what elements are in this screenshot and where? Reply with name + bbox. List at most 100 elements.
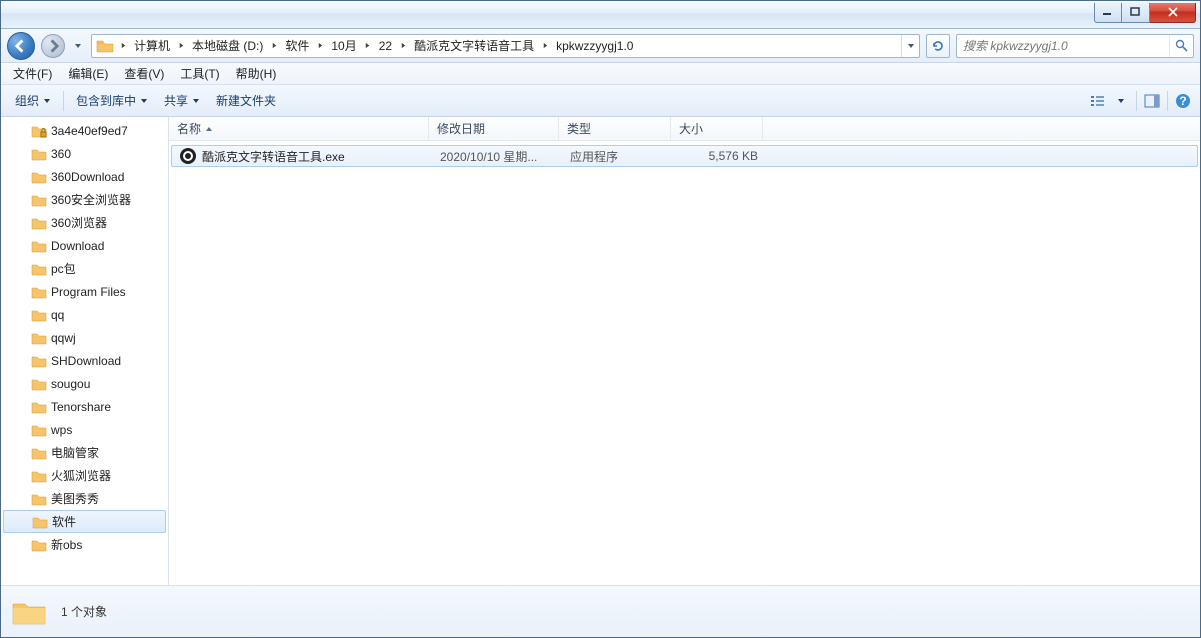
column-size[interactable]: 大小 — [671, 117, 763, 140]
tree-item[interactable]: 360 — [1, 142, 168, 165]
tree-item[interactable]: 新obs — [1, 533, 168, 556]
tree-item[interactable]: Program Files — [1, 280, 168, 303]
svg-text:?: ? — [1179, 94, 1186, 108]
column-date[interactable]: 修改日期 — [429, 117, 559, 140]
preview-pane-button[interactable] — [1141, 90, 1163, 112]
tree-item[interactable]: 火狐浏览器 — [1, 464, 168, 487]
tree-item[interactable]: SHDownload — [1, 349, 168, 372]
tree-item[interactable]: Download — [1, 234, 168, 257]
folder-icon — [31, 400, 47, 414]
folder-icon — [31, 469, 47, 483]
include-in-library-button[interactable]: 包含到库中 — [68, 88, 156, 113]
content-pane: 名称 修改日期 类型 大小 酷派克文字转语音工具.exe 2020/10/10 星… — [169, 117, 1200, 585]
tree-item[interactable]: Tenorshare — [1, 395, 168, 418]
tree-item-label: 360安全浏览器 — [51, 191, 131, 208]
main-area: 3a4e40ef9ed7360360Download 360安全浏览器 360浏览器… — [1, 117, 1200, 585]
folder-icon — [31, 216, 47, 230]
tree-item-label: wps — [51, 423, 72, 437]
chevron-right-icon[interactable] — [313, 35, 327, 57]
explorer-window: 计算机 本地磁盘 (D:) 软件 10月 22 酷派克文字转语音工具 kpkwz… — [0, 0, 1201, 638]
share-label: 共享 — [164, 92, 188, 109]
chevron-right-icon[interactable] — [396, 35, 410, 57]
file-row[interactable]: 酷派克文字转语音工具.exe2020/10/10 星期...应用程序5,576 … — [171, 145, 1198, 167]
help-button[interactable]: ? — [1172, 90, 1194, 112]
folder-icon — [31, 285, 47, 299]
chevron-right-icon[interactable] — [538, 35, 552, 57]
column-type[interactable]: 类型 — [559, 117, 671, 140]
tree-item-label: 软件 — [52, 513, 76, 530]
search-box[interactable] — [956, 34, 1194, 58]
menu-edit[interactable]: 编辑(E) — [60, 63, 116, 84]
toolbar: 组织 包含到库中 共享 新建文件夹 ? — [1, 85, 1200, 117]
folder-icon — [31, 193, 47, 207]
tree-item[interactable]: 美图秀秀 — [1, 487, 168, 510]
tree-item-label: 火狐浏览器 — [51, 467, 111, 484]
menu-file[interactable]: 文件(F) — [5, 63, 60, 84]
file-name: 酷派克文字转语音工具.exe — [202, 148, 345, 165]
folder-icon — [31, 492, 47, 506]
folder-icon — [31, 423, 47, 437]
chevron-right-icon[interactable] — [174, 35, 188, 57]
chevron-right-icon[interactable] — [116, 35, 130, 57]
crumb-ruanjian[interactable]: 软件 — [281, 35, 313, 57]
address-bar-row: 计算机 本地磁盘 (D:) 软件 10月 22 酷派克文字转语音工具 kpkwz… — [1, 29, 1200, 63]
tree-item[interactable]: 电脑管家 — [1, 441, 168, 464]
file-list[interactable]: 酷派克文字转语音工具.exe2020/10/10 星期...应用程序5,576 … — [169, 141, 1200, 585]
search-input[interactable] — [957, 39, 1169, 53]
refresh-button[interactable] — [926, 34, 950, 58]
crumb-10yue[interactable]: 10月 — [327, 35, 360, 57]
folder-icon — [31, 239, 47, 253]
tree-item[interactable]: qqwj — [1, 326, 168, 349]
column-name[interactable]: 名称 — [169, 117, 429, 140]
chevron-right-icon[interactable] — [267, 35, 281, 57]
tree-item[interactable]: 软件 — [3, 510, 166, 533]
close-button[interactable] — [1150, 3, 1196, 23]
sort-asc-icon — [205, 122, 213, 136]
view-options-button[interactable] — [1088, 90, 1110, 112]
chevron-right-icon[interactable] — [361, 35, 375, 57]
crumb-tool[interactable]: 酷派克文字转语音工具 — [410, 35, 538, 57]
forward-button[interactable] — [41, 34, 65, 58]
crumb-drive[interactable]: 本地磁盘 (D:) — [188, 35, 267, 57]
tree-item-label: qqwj — [51, 331, 76, 345]
folder-icon — [31, 538, 47, 552]
view-dropdown[interactable] — [1110, 90, 1132, 112]
menu-view[interactable]: 查看(V) — [116, 63, 172, 84]
window-buttons — [1094, 3, 1196, 23]
menu-tools[interactable]: 工具(T) — [172, 63, 227, 84]
back-button[interactable] — [7, 32, 35, 60]
tree-item[interactable]: wps — [1, 418, 168, 441]
column-header: 名称 修改日期 类型 大小 — [169, 117, 1200, 141]
tree-item-label: Program Files — [51, 285, 126, 299]
titlebar — [1, 1, 1200, 29]
crumb-22[interactable]: 22 — [375, 35, 396, 57]
maximize-button[interactable] — [1122, 3, 1150, 23]
tree-item-label: qq — [51, 308, 64, 322]
status-text: 1 个对象 — [61, 603, 107, 620]
file-date: 2020/10/10 星期... — [432, 148, 562, 165]
tree-item[interactable]: 360安全浏览器 — [1, 188, 168, 211]
tree-item[interactable]: qq — [1, 303, 168, 326]
crumb-computer[interactable]: 计算机 — [130, 35, 174, 57]
crumb-current[interactable]: kpkwzzyygj1.0 — [552, 35, 637, 57]
address-dropdown[interactable] — [901, 35, 919, 57]
nav-history-dropdown[interactable] — [71, 33, 85, 59]
tree-item[interactable]: 3a4e40ef9ed7 — [1, 119, 168, 142]
tree-item-label: SHDownload — [51, 354, 121, 368]
new-folder-button[interactable]: 新建文件夹 — [208, 88, 284, 113]
menu-help[interactable]: 帮助(H) — [228, 63, 285, 84]
share-button[interactable]: 共享 — [156, 88, 208, 113]
address-bar[interactable]: 计算机 本地磁盘 (D:) 软件 10月 22 酷派克文字转语音工具 kpkwz… — [91, 34, 920, 58]
search-icon[interactable] — [1169, 35, 1193, 57]
minimize-button[interactable] — [1094, 3, 1122, 23]
folder-tree[interactable]: 3a4e40ef9ed7360360Download 360安全浏览器 360浏览器… — [1, 117, 169, 585]
tree-item[interactable]: pc包 — [1, 257, 168, 280]
folder-icon — [11, 596, 47, 628]
separator — [1167, 91, 1168, 111]
organize-button[interactable]: 组织 — [7, 88, 59, 113]
tree-item[interactable]: sougou — [1, 372, 168, 395]
separator — [63, 91, 64, 111]
tree-item-label: 美图秀秀 — [51, 490, 99, 507]
tree-item[interactable]: 360Download — [1, 165, 168, 188]
tree-item[interactable]: 360浏览器 — [1, 211, 168, 234]
